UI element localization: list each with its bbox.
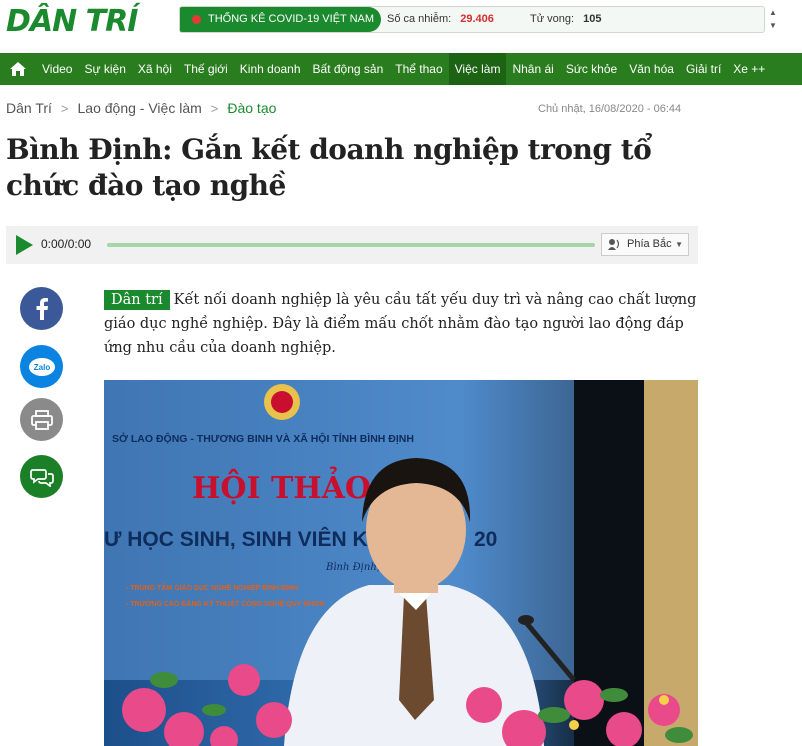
covid-cases: Số ca nhiễm: 29.406 — [387, 7, 494, 32]
speaker-icon — [608, 239, 620, 250]
nav-item[interactable]: Nhân ái — [506, 53, 559, 85]
photo-year-text: 20 — [474, 528, 497, 551]
photo-line2-text: - TRƯỜNG CAO ĐẲNG KỸ THUẬT CÔNG NGHỆ QUY… — [126, 599, 324, 608]
covid-cases-label: Số ca nhiễm: — [387, 13, 452, 25]
comment-icon — [29, 468, 54, 487]
photo-event-text: HỘI THẢO — [192, 466, 371, 506]
zalo-share-button[interactable]: Zalo — [20, 345, 63, 388]
nav-item[interactable]: Video — [36, 53, 78, 85]
scroll-down-icon[interactable]: ▼ — [766, 19, 780, 32]
photo-org-text: SỞ LAO ĐỘNG - THƯƠNG BINH VÀ XÃ HỘI TỈNH… — [112, 432, 414, 445]
chevron-right-icon: > — [210, 100, 219, 116]
breadcrumb-section[interactable]: Lao động - Việc làm — [78, 100, 202, 116]
nav-item[interactable]: Thể thao — [389, 53, 448, 85]
facebook-share-button[interactable] — [20, 287, 63, 330]
main-nav: Video Sự kiện Xã hội Thế giới Kinh doanh Bất … — [0, 53, 802, 85]
comment-button[interactable] — [20, 455, 63, 498]
covid-scroll[interactable]: ▲ ▼ — [766, 6, 780, 33]
audio-player: 0:00/0:00 Phía Bắc ▼ — [6, 226, 698, 264]
print-button[interactable] — [20, 398, 63, 441]
nav-item[interactable]: Kinh doanh — [234, 53, 307, 85]
site-logo[interactable]: DÂN TRÍ — [6, 4, 138, 39]
print-icon — [30, 409, 53, 430]
nav-item[interactable]: Xã hội — [132, 53, 178, 85]
breadcrumb: Dân Trí > Lao động - Việc làm > Đào tạo — [6, 100, 276, 116]
nav-item[interactable]: Văn hóa — [623, 53, 680, 85]
chevron-right-icon: > — [60, 100, 69, 116]
nav-item[interactable]: Bất động sản — [307, 53, 390, 85]
nav-item[interactable]: Xe ++ — [727, 53, 771, 85]
nav-item[interactable]: Giải trí — [680, 53, 727, 85]
covid-stats-box[interactable]: THỐNG KÊ COVID-19 VIỆT NAM Số ca nhiễm: … — [179, 6, 765, 33]
scroll-up-icon[interactable]: ▲ — [766, 6, 780, 19]
breadcrumb-current[interactable]: Đào tạo — [227, 100, 276, 116]
audio-time: 0:00/0:00 — [41, 237, 92, 251]
source-tag: Dân trí — [104, 290, 170, 310]
covid-deaths-value: 105 — [583, 13, 602, 25]
covid-cases-value: 29.406 — [460, 13, 494, 25]
top-bar: DÂN TRÍ THỐNG KÊ COVID-19 VIỆT NAM Số ca… — [0, 0, 802, 50]
svg-text:Zalo: Zalo — [33, 363, 50, 372]
article-sapo: Dân trí Kết nối doanh nghiệp là yêu cầu t… — [104, 288, 698, 360]
nav-items: Video Sự kiện Xã hội Thế giới Kinh doanh Bất … — [36, 53, 771, 85]
audio-progress-bar[interactable] — [107, 243, 595, 247]
voice-select-value: Phía Bắc — [627, 238, 672, 250]
covid-tag[interactable]: THỐNG KÊ COVID-19 VIỆT NAM — [180, 7, 381, 32]
voice-select[interactable]: Phía Bắc ▼ — [601, 233, 689, 256]
nav-item[interactable]: Sức khỏe — [560, 53, 623, 85]
home-button[interactable] — [0, 53, 36, 85]
covid-deaths-label: Tử vong: — [530, 13, 575, 25]
nav-item[interactable]: Việc làm — [448, 53, 507, 85]
article-timestamp: Chủ nhật, 16/08/2020 - 06:44 — [538, 103, 682, 115]
nav-item[interactable]: Sự kiện — [78, 53, 131, 85]
covid-deaths: Tử vong: 105 — [530, 7, 601, 32]
nav-item[interactable]: Thế giới — [178, 53, 234, 85]
play-icon[interactable] — [16, 235, 33, 255]
facebook-icon — [36, 297, 48, 320]
zalo-icon: Zalo — [28, 357, 55, 376]
chevron-down-icon: ▼ — [675, 240, 683, 249]
live-dot-icon — [192, 15, 201, 24]
article-photo[interactable]: SỞ LAO ĐỘNG - THƯƠNG BINH VÀ XÃ HỘI TỈNH… — [104, 380, 698, 746]
breadcrumb-home[interactable]: Dân Trí — [6, 100, 52, 116]
sapo-text: Kết nối doanh nghiệp là yêu cầu tất yếu … — [104, 292, 697, 356]
photo-illustration: SỞ LAO ĐỘNG - THƯƠNG BINH VÀ XÃ HỘI TỈNH… — [104, 380, 698, 746]
article-title: Bình Định: Gắn kết doanh nghiệp trong tổ… — [6, 133, 652, 202]
home-icon — [10, 62, 26, 76]
covid-tag-label: THỐNG KÊ COVID-19 VIỆT NAM — [208, 13, 375, 25]
